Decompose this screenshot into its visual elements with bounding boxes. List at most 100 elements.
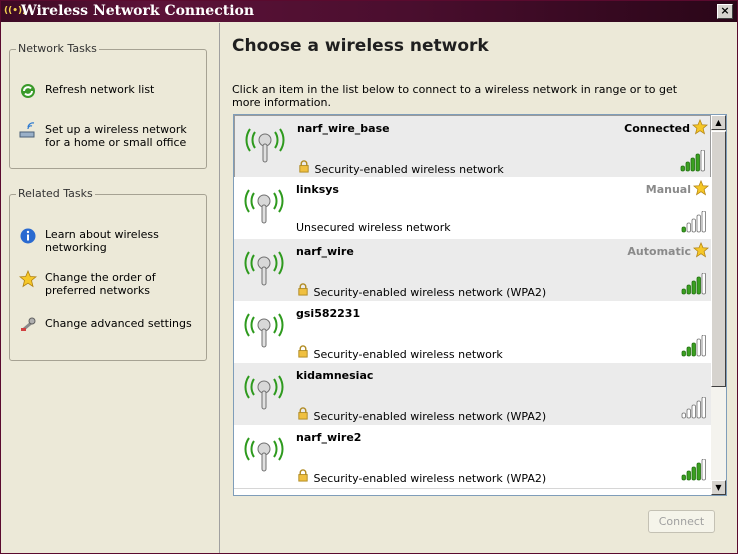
- network-row[interactable]: narf_wire_base Security-enabled wireless…: [234, 115, 711, 180]
- wireless-setup-icon: [19, 122, 35, 138]
- signal-bar: [696, 338, 701, 357]
- tasks-pane: Network Tasks Refresh network list Set u…: [1, 23, 220, 553]
- signal-bar: [691, 218, 696, 233]
- network-status: Automatic: [627, 245, 691, 258]
- signal-strength-icon: [680, 150, 705, 172]
- wireless-network-icon: [244, 437, 284, 472]
- preferred-star-icon: [693, 180, 709, 196]
- lock-icon: [298, 469, 308, 482]
- signal-bar: [681, 226, 686, 233]
- network-security: Unsecured wireless network: [296, 221, 451, 234]
- star-icon: [19, 270, 37, 288]
- network-security-label: Security-enabled wireless network (WPA2): [313, 472, 547, 485]
- scroll-up-button[interactable]: ▲: [711, 115, 726, 130]
- network-list[interactable]: narf_wire_base Security-enabled wireless…: [233, 114, 727, 496]
- network-security-label: Unsecured wireless network: [296, 221, 451, 234]
- network-ssid: narf_wire_base: [297, 122, 390, 135]
- signal-bar: [696, 276, 701, 295]
- related-tasks-group: Related Tasks Learn about wireless netwo…: [9, 187, 207, 361]
- network-tasks-title: Network Tasks: [16, 42, 99, 55]
- scroll-thumb[interactable]: [711, 131, 726, 387]
- signal-bar: [685, 161, 690, 172]
- title-bar[interactable]: ((•)) Wireless Network Connection ×: [1, 1, 737, 22]
- window-title: Wireless Network Connection: [21, 3, 255, 19]
- wireless-network-window: ((•)) Wireless Network Connection × Netw…: [0, 0, 738, 554]
- refresh-network-list-label: Refresh network list: [45, 83, 155, 96]
- signal-bar: [701, 211, 706, 233]
- wireless-network-icon: [244, 313, 284, 348]
- network-row[interactable]: narf_wire Security-enabled wireless netw…: [234, 239, 711, 303]
- page-title: Choose a wireless network: [232, 36, 489, 56]
- network-ssid: narf_wire2: [296, 431, 362, 444]
- signal-bar: [691, 466, 696, 481]
- preferred-star-icon: [693, 242, 709, 258]
- network-security: Security-enabled wireless network: [297, 160, 504, 176]
- signal-bar: [701, 459, 706, 481]
- wireless-network-icon: [244, 189, 284, 224]
- related-tasks-title: Related Tasks: [16, 187, 95, 200]
- wireless-network-icon: [244, 375, 284, 410]
- info-icon: [20, 228, 36, 244]
- network-status: Manual: [645, 183, 691, 196]
- signal-bar: [696, 400, 701, 419]
- instructions-text: Click an item in the list below to conne…: [232, 83, 678, 109]
- signal-strength-icon: [681, 459, 706, 481]
- signal-strength-icon: [681, 273, 706, 295]
- signal-strength-icon: [681, 335, 706, 357]
- connect-button[interactable]: Connect: [648, 510, 715, 533]
- network-ssid: gsi582231: [296, 307, 361, 320]
- signal-bar: [691, 342, 696, 357]
- network-row[interactable]: narf_wire2 Security-enabled wireless net…: [234, 425, 711, 489]
- signal-bar: [691, 404, 696, 419]
- wireless-network-icon: [244, 251, 284, 286]
- signal-bar: [681, 350, 686, 357]
- signal-bar: [691, 280, 696, 295]
- signal-bar: [701, 273, 706, 295]
- network-ssid: linksys: [296, 183, 339, 196]
- network-security: Security-enabled wireless network (WPA2): [296, 283, 546, 299]
- network-security-label: Security-enabled wireless network: [314, 163, 504, 176]
- network-status: Connected: [624, 122, 690, 135]
- signal-strength-icon: [681, 397, 706, 419]
- signal-bar: [700, 150, 705, 172]
- signal-bar: [696, 462, 701, 481]
- signal-bar: [701, 397, 706, 419]
- network-security-label: Security-enabled wireless network (WPA2): [313, 286, 547, 299]
- signal-bar: [696, 214, 701, 233]
- signal-bar: [701, 335, 706, 357]
- advanced-settings-label: Change advanced settings: [45, 317, 192, 330]
- refresh-icon: [21, 84, 35, 98]
- signal-bar: [681, 288, 686, 295]
- lock-icon: [298, 283, 308, 296]
- preferred-star-icon: [692, 119, 708, 135]
- signal-bar: [681, 474, 686, 481]
- signal-bar: [681, 412, 686, 419]
- signal-bar: [680, 165, 685, 172]
- signal-bar: [686, 470, 691, 481]
- network-security: Security-enabled wireless network (WPA2): [296, 469, 546, 485]
- signal-bar: [686, 284, 691, 295]
- main-pane: Choose a wireless network Click an item …: [220, 23, 737, 553]
- lock-icon: [299, 160, 309, 173]
- network-security-label: Security-enabled wireless network (WPA2): [313, 410, 547, 423]
- wireless-network-icon: [245, 128, 285, 163]
- network-tasks-group: Network Tasks Refresh network list Set u…: [9, 42, 207, 169]
- signal-strength-icon: [681, 211, 706, 233]
- close-button[interactable]: ×: [717, 4, 733, 19]
- lock-icon: [298, 345, 308, 358]
- network-security: Security-enabled wireless network: [296, 345, 503, 361]
- scroll-down-button[interactable]: ▼: [711, 480, 726, 495]
- wireless-title-icon: ((•)): [4, 6, 27, 16]
- list-scrollbar[interactable]: ▲ ▼: [711, 115, 726, 495]
- signal-bar: [686, 346, 691, 357]
- network-security: Security-enabled wireless network (WPA2): [296, 407, 546, 423]
- network-row[interactable]: linksys Unsecured wireless network Manual: [234, 177, 711, 241]
- change-order-label: Change the order of preferred networks: [45, 271, 156, 297]
- network-row[interactable]: gsi582231 Security-enabled wireless netw…: [234, 301, 711, 365]
- signal-bar: [695, 153, 700, 172]
- network-row[interactable]: kidamnesiac Security-enabled wireless ne…: [234, 363, 711, 427]
- signal-bar: [690, 157, 695, 172]
- signal-bar: [686, 222, 691, 233]
- network-security-label: Security-enabled wireless network: [313, 348, 503, 361]
- learn-wireless-label: Learn about wireless networking: [45, 228, 159, 254]
